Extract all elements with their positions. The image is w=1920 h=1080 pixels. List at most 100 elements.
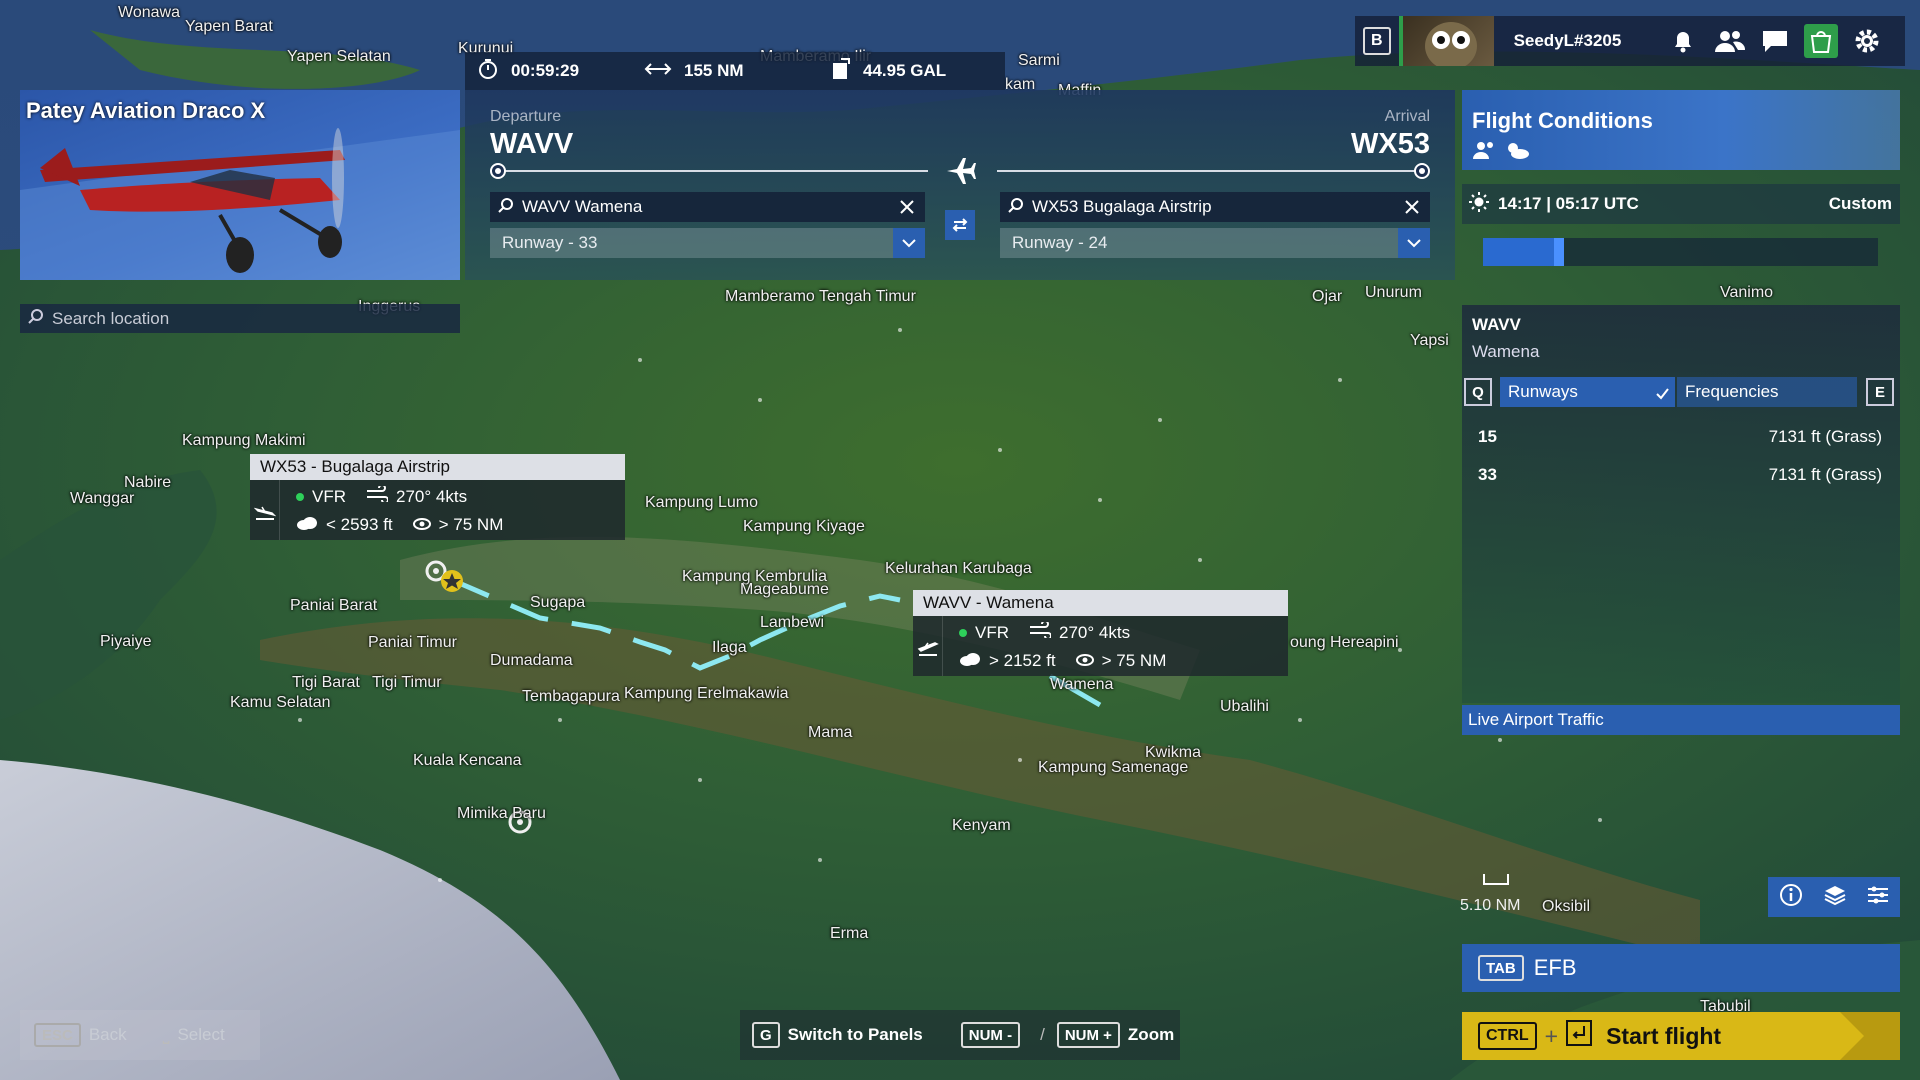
map-place-label: Wonawa [118,4,180,21]
start-flight-button[interactable]: CTRL + Start flight [1462,1012,1900,1060]
airplane-icon [945,156,977,191]
filter-icon[interactable] [1866,885,1890,910]
start-flight-label: Start flight [1606,1022,1722,1049]
map-place-label: Tigi Timur [372,674,442,691]
chat-icon[interactable] [1758,24,1792,58]
search-location-input[interactable] [52,308,432,329]
check-icon [1655,385,1669,405]
gear-icon[interactable] [1850,24,1884,58]
departure-runway-select[interactable]: Runway - 33 [490,228,925,258]
zoom-label[interactable]: Zoom [1128,1025,1174,1045]
time-slider-thumb[interactable] [1554,238,1565,266]
map-place-label: Yapen Selatan [287,48,391,65]
search-location[interactable] [20,304,460,333]
map-place-label: Kenyam [952,817,1011,834]
arrival-label: Arrival [1384,108,1430,125]
store-icon[interactable] [1803,24,1838,58]
chevron-down-icon[interactable] [893,228,925,258]
arrival-runway-select[interactable]: Runway - 24 [1000,228,1430,258]
flight-conditions-header[interactable]: Flight Conditions [1462,90,1900,170]
fuel-icon [831,57,851,85]
map-place-label: Wanggar [70,490,135,507]
friends-icon[interactable] [1712,24,1746,58]
wind-icon [366,484,389,507]
runway-row[interactable]: 33 7131 ft (Grass) [1462,465,1900,495]
key-hint-q[interactable]: Q [1464,378,1492,406]
departure-line [498,170,928,172]
time-value: 14:17 | 05:17 UTC [1498,194,1639,213]
layers-icon[interactable] [1823,883,1847,912]
tab-runways-label: Runways [1508,382,1578,401]
takeoff-icon [913,616,943,676]
key-hint-esc[interactable]: ESC [34,1023,81,1047]
aircraft-name: Patey Aviation Draco X [26,98,266,123]
efb-button[interactable]: TAB EFB [1462,944,1900,992]
arrival-field[interactable]: WX53 Bugalaga Airstrip [1000,192,1430,222]
departure-code: WAVV [490,128,574,160]
key-hint-b[interactable]: B [1363,27,1391,55]
bottom-center-hints: G Switch to Panels NUM - / NUM + Zoom [740,1010,1180,1060]
map-place-label: Kampung Lumo [645,494,758,511]
visibility-value: > 75 NM [438,515,504,534]
clear-arrival-close-icon[interactable] [1400,195,1424,219]
map-place-label: Dumadama [490,652,573,669]
map-place-label: Paniai Timur [368,634,457,651]
arrival-line [997,170,1422,172]
tab-frequencies[interactable]: Frequencies [1677,377,1857,407]
flight-rules: VFR [975,622,1009,642]
username[interactable]: SeedyL#3205 [1514,31,1654,51]
map-place-label: Kamu Selatan [230,694,331,711]
live-airport-traffic-button[interactable]: Live Airport Traffic [1462,705,1900,735]
wind-icon [1029,620,1052,643]
search-icon [28,308,44,329]
sun-icon [1468,191,1490,218]
weather-mode[interactable]: Custom [1829,194,1892,214]
map-place-label: Yapsi [1410,332,1449,349]
flight-rules: VFR [312,486,346,506]
key-hint-e[interactable]: E [1866,378,1894,406]
key-hint-num-plus[interactable]: NUM + [1056,1022,1120,1048]
time-of-day-slider[interactable] [1483,238,1878,266]
map-place-label: Vanimo [1720,284,1774,301]
runway-length: 7131 ft (Grass) [1768,465,1882,484]
map-place-label: Mama [808,724,853,741]
select-label[interactable]: Select [177,1025,224,1045]
arrival-airport-popup[interactable]: WX53 - Bugalaga Airstrip VFR 270° 4kts <… [250,454,625,540]
distance-icon [644,60,672,83]
map-place-label: Mimika Baru [457,805,546,822]
departure-airport-popup[interactable]: WAVV - Wamena VFR 270° 4kts > 2152 ft > … [913,590,1288,676]
map-place-label: Kuala Kencana [413,752,522,769]
map-place-label: Wamena [1050,676,1114,693]
switch-to-panels-label[interactable]: Switch to Panels [788,1025,923,1045]
runway-number: 33 [1478,465,1497,484]
flight-time: 00:59:29 [511,61,580,80]
airport-name: Wamena [1472,342,1540,361]
tab-frequencies-label: Frequencies [1685,382,1779,401]
runway-row[interactable]: 15 7131 ft (Grass) [1462,427,1900,457]
back-label[interactable]: Back [89,1025,127,1045]
map-place-label: Ojar [1312,288,1343,305]
star-icon[interactable] [441,570,463,592]
key-hint-g[interactable]: G [752,1022,780,1048]
departure-field[interactable]: WAVV Wamena [490,192,925,222]
cloud-icon [296,515,318,535]
map-place-label: Kampung Samenage [1038,759,1189,776]
map-place-label: Unurum [1365,284,1422,301]
map-place-label: Lambewi [760,614,825,631]
departure-runway-value: Runway - 33 [502,233,598,252]
aircraft-card[interactable]: Patey Aviation Draco X [20,90,460,280]
key-hint-num-minus[interactable]: NUM - [960,1022,1021,1048]
key-hint-ctrl: CTRL [1478,1022,1537,1050]
swap-airports-button[interactable] [945,210,975,240]
map-place-label: Tembagapura [522,688,620,705]
avatar[interactable] [1398,16,1494,66]
info-icon[interactable] [1778,882,1804,913]
chevron-down-icon[interactable] [1398,228,1430,258]
wind-value: 270° 4kts [1059,622,1131,642]
slash-separator: / [1040,1025,1045,1044]
tab-runways[interactable]: Runways [1500,377,1675,407]
clear-departure-close-icon[interactable] [895,195,919,219]
bell-icon[interactable] [1666,24,1700,58]
eye-icon [412,515,431,535]
map-place-label: Mamberamo Tengah Timur [725,288,916,305]
